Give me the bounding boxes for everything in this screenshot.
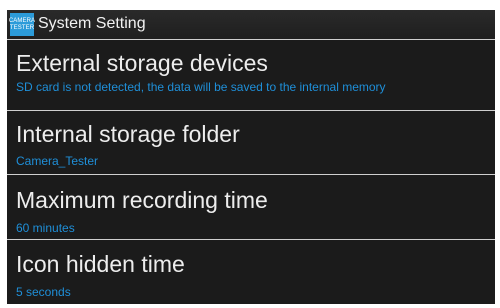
setting-icon-hidden-time[interactable]: Icon hidden time 5 seconds — [7, 241, 495, 304]
setting-title: Internal storage folder — [16, 121, 240, 147]
setting-value: SD card is not detected, the data will b… — [16, 80, 386, 94]
camera-tester-app-icon: CAMERA TESTER — [8, 13, 36, 36]
header-bar: CAMERA TESTER System Setting — [7, 10, 495, 40]
setting-external-storage[interactable]: External storage devices SD card is not … — [7, 40, 495, 111]
app-icon-label-top: CAMERA — [8, 17, 36, 24]
setting-internal-storage-folder[interactable]: Internal storage folder Camera_Tester — [7, 112, 495, 175]
app-icon-label-bottom: TESTER — [9, 24, 35, 31]
setting-title: Maximum recording time — [16, 187, 268, 213]
setting-title: Icon hidden time — [16, 251, 185, 277]
setting-title: External storage devices — [16, 50, 268, 76]
screen: CAMERA TESTER System Setting External st… — [0, 0, 500, 308]
setting-value: 60 minutes — [16, 221, 75, 235]
setting-value: 5 seconds — [16, 285, 71, 299]
page-title: System Setting — [38, 15, 146, 32]
setting-max-recording-time[interactable]: Maximum recording time 60 minutes — [7, 176, 495, 240]
setting-value: Camera_Tester — [16, 154, 99, 168]
settings-panel: CAMERA TESTER System Setting External st… — [7, 10, 495, 304]
